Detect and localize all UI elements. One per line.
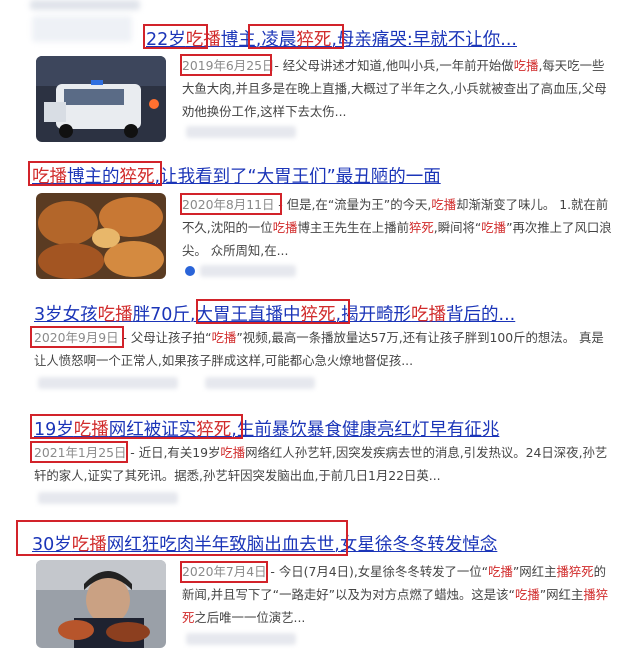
blurred-left-fragment [32, 16, 132, 42]
text-segment: - 但是,在“流量为王”的今天, [274, 197, 432, 212]
highlighted-keyword: 吃播 [481, 220, 507, 235]
result-source-5[interactable] [186, 633, 296, 645]
highlighted-keyword: 吃播 [220, 445, 246, 460]
highlighted-keyword: 吃播 [488, 564, 513, 579]
source-icon [185, 266, 195, 276]
annotation-box-title-4 [30, 414, 243, 439]
highlighted-keyword: 吃播 [431, 197, 457, 212]
annotation-box-date-3 [30, 326, 124, 348]
result-source-3[interactable] [38, 377, 178, 389]
text-segment: ,让我看到了“大胃王们”最丑陋的一面 [154, 167, 441, 187]
highlighted-keyword: 播猝死 [556, 564, 594, 579]
highlighted-keyword: 吃播 [513, 58, 539, 73]
text-segment: 博主王先生在上播前 [297, 220, 409, 235]
text-segment: 背后的... [446, 305, 516, 325]
text-segment: 之后唯一一位演艺... [194, 610, 306, 625]
text-segment: ,生前暴饮暴食健康亮红灯早有征兆 [231, 420, 500, 440]
result-thumbnail-5[interactable] [36, 560, 166, 648]
blurred-top-fragment [30, 0, 140, 10]
annotation-box-title-1b [248, 24, 344, 49]
text-segment: ,瞬间将“ [433, 220, 482, 235]
annotation-box-date-5 [180, 561, 268, 583]
result-source-4[interactable] [38, 492, 178, 504]
highlighted-keyword: 吃播 [211, 330, 237, 345]
text-segment: ”网红主 [512, 564, 557, 579]
person-eating-photo [36, 560, 166, 648]
food-photo [36, 193, 166, 279]
text-segment: 3岁女孩 [34, 305, 98, 325]
annotation-box-date-2 [180, 193, 282, 215]
result-thumbnail-1[interactable] [36, 56, 166, 142]
text-segment: ”网红主 [539, 587, 584, 602]
result-thumbnail-2[interactable] [36, 193, 166, 279]
annotation-box-title-2 [28, 161, 162, 186]
result-source-1[interactable] [186, 126, 296, 138]
annotation-box-date-4 [30, 441, 128, 463]
result-source-3b[interactable] [205, 377, 315, 389]
annotation-box-title-5 [16, 520, 348, 556]
text-segment: ,母亲痛哭:早就不让你... [331, 30, 517, 50]
text-segment: - 经父母讲述才知道,他叫小兵,一年前开始做 [274, 58, 514, 73]
annotation-box-title-3 [196, 299, 350, 324]
police-car-photo [36, 56, 166, 142]
annotation-box-date-1 [180, 54, 272, 76]
highlighted-keyword: 吃播 [97, 305, 133, 325]
result-source-2[interactable] [200, 265, 296, 277]
text-segment: 胖70斤, [132, 305, 196, 325]
highlighted-keyword: 吃播 [272, 220, 298, 235]
annotation-box-title-1 [143, 24, 208, 49]
highlighted-keyword: 吃播 [514, 587, 540, 602]
highlighted-keyword: 猝死 [408, 220, 434, 235]
text-segment: - 近日,有关19岁 [126, 445, 221, 460]
highlighted-keyword: 吃播 [411, 305, 447, 325]
text-segment: - 父母让孩子拍“ [118, 330, 212, 345]
text-segment: - 今日(7月4日),女星徐冬冬转发了一位“ [266, 564, 489, 579]
